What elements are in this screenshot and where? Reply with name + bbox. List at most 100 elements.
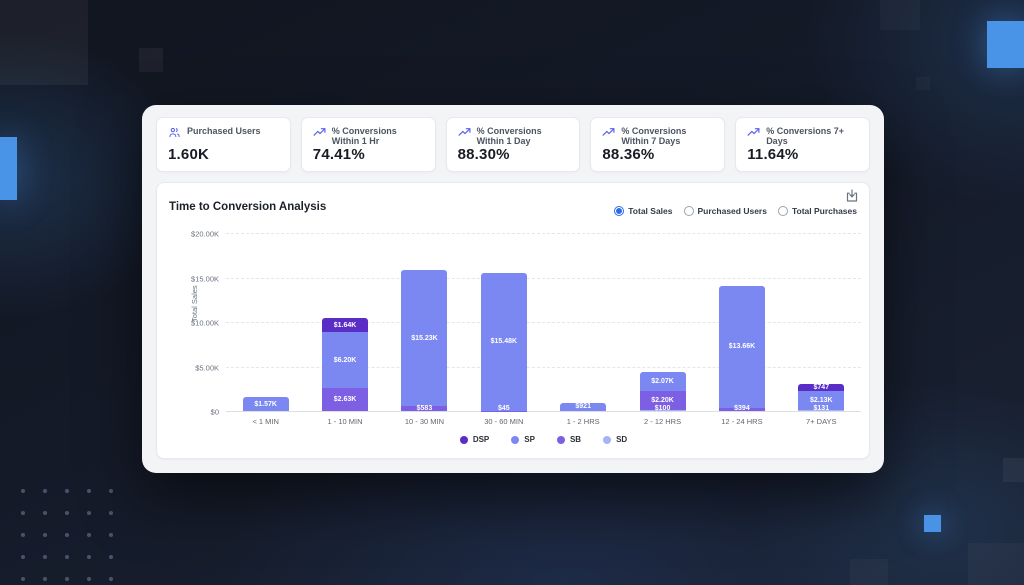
trend-up-icon: [602, 126, 615, 144]
radio-label: Purchased Users: [698, 206, 767, 216]
trend-up-icon: [458, 126, 471, 144]
kpi-card-header: % Conversions 7+ Days: [747, 126, 858, 146]
bar-segment-sp[interactable]: $1.57K: [243, 397, 289, 411]
y-axis-tick: $15.00K: [191, 274, 219, 283]
bar-segment-value: $2.13K: [810, 397, 833, 404]
bar-segment-value: $1.64K: [334, 322, 357, 329]
bar-segment-value: $15.23K: [411, 335, 437, 342]
stacked-bar--1-min[interactable]: $1.57K: [243, 397, 289, 411]
bar-segment-sb[interactable]: $394: [719, 408, 765, 412]
x-axis-label: 1 - 2 HRS: [544, 417, 623, 426]
decor-square: [139, 48, 163, 72]
x-axis-label: 2 - 12 HRS: [623, 417, 702, 426]
stacked-bar-1-10-min[interactable]: $2.63K $6.20K $1.64K: [322, 318, 368, 411]
bar-segment-sp[interactable]: $15.23K: [401, 270, 447, 406]
bar-segment-sb[interactable]: $583: [401, 406, 447, 411]
bar-segment-sd[interactable]: $100: [640, 410, 686, 411]
bar-segment-sp[interactable]: $2.07K: [640, 372, 686, 390]
bar-segment-dsp[interactable]: $1.64K: [322, 318, 368, 333]
radio-option-purchased-users[interactable]: Purchased Users: [684, 206, 767, 216]
decor-square-blue: [987, 21, 1024, 68]
bar-segment-sp[interactable]: $15.48K: [481, 273, 527, 411]
kpi-card-conversions-1hr: % Conversions Within 1 Hr74.41%: [301, 117, 436, 172]
legend-label: SD: [616, 435, 627, 444]
bar-segment-sd[interactable]: $131: [798, 410, 844, 411]
decor-square: [880, 0, 920, 30]
export-icon[interactable]: [844, 188, 860, 204]
decor-square-blue: [0, 137, 17, 200]
trend-up-icon: [747, 126, 760, 144]
users-icon: [168, 126, 181, 144]
bar-segment-value: $6.20K: [334, 357, 357, 364]
bar-segment-value: $2.07K: [651, 378, 674, 385]
bar-segment-value: $747: [814, 384, 830, 391]
bar-segment-sb[interactable]: $45: [481, 411, 527, 412]
decor-square: [850, 559, 888, 585]
kpi-value: 1.60K: [168, 146, 279, 163]
legend-swatch-icon: [460, 436, 468, 444]
bar-segment-value: $2.63K: [334, 396, 357, 403]
dashboard-panel: Purchased Users 1.60K % Conversions Within…: [142, 105, 884, 473]
chart-legend: DSP SP SB SD: [226, 435, 861, 444]
bar-segment-sp[interactable]: $6.20K: [322, 332, 368, 387]
bar-segment-sb[interactable]: $2.63K: [322, 388, 368, 411]
x-axis-label: 30 - 60 MIN: [464, 417, 543, 426]
legend-item-dsp[interactable]: DSP: [460, 435, 489, 444]
gridline: $0: [226, 411, 861, 412]
radio-option-total-sales[interactable]: Total Sales: [614, 206, 672, 216]
radio-selected-icon[interactable]: [614, 206, 624, 216]
kpi-card-header: % Conversions Within 1 Day: [458, 126, 569, 146]
legend-swatch-icon: [557, 436, 565, 444]
kpi-label: % Conversions 7+ Days: [766, 126, 858, 146]
dot-grid-pattern: [4, 472, 119, 585]
decor-square: [1003, 458, 1024, 482]
stacked-bar-2-12-hrs[interactable]: $100 $2.20K $2.07K: [640, 372, 686, 411]
kpi-label: % Conversions Within 1 Hr: [332, 126, 424, 146]
stacked-bar-7+-days[interactable]: $131 $2.13K $747: [798, 384, 844, 411]
legend-swatch-icon: [511, 436, 519, 444]
legend-label: DSP: [473, 435, 489, 444]
kpi-label: % Conversions Within 7 Days: [621, 126, 713, 146]
bar-segment-value: $394: [719, 405, 765, 412]
chart-view-radio-group: Total Sales Purchased Users Total Purchase…: [614, 206, 857, 216]
kpi-card-conversions-7days: % Conversions Within 7 Days88.36%: [590, 117, 725, 172]
bar-segment-value: $583: [401, 405, 447, 412]
y-axis-tick: $20.00K: [191, 230, 219, 239]
kpi-card-conversions-7plus-days: % Conversions 7+ Days11.64%: [735, 117, 870, 172]
x-axis-label: < 1 MIN: [226, 417, 305, 426]
decor-square-blue: [924, 515, 941, 532]
kpi-label: % Conversions Within 1 Day: [477, 126, 569, 146]
bar-segment-value: $2.20K: [651, 397, 674, 404]
y-axis-tick: $0: [211, 408, 219, 417]
stacked-bar-12-24-hrs[interactable]: $394 $13.66K: [719, 286, 765, 411]
legend-label: SP: [524, 435, 535, 444]
kpi-row: Purchased Users 1.60K % Conversions Within…: [156, 117, 870, 172]
radio-option-total-purchases[interactable]: Total Purchases: [778, 206, 857, 216]
x-axis-label: 12 - 24 HRS: [702, 417, 781, 426]
kpi-card-header: % Conversions Within 1 Hr: [313, 126, 424, 146]
stacked-bar-10-30-min[interactable]: $583 $15.23K: [401, 270, 447, 411]
legend-item-sb[interactable]: SB: [557, 435, 581, 444]
radio-unselected-icon[interactable]: [778, 206, 788, 216]
stacked-bar-30-60-min[interactable]: $45 $15.48K: [481, 273, 527, 411]
x-axis-label: 7+ DAYS: [782, 417, 861, 426]
legend-item-sp[interactable]: SP: [511, 435, 535, 444]
bar-segment-sp[interactable]: $13.66K: [719, 286, 765, 408]
stacked-bar-1-2-hrs[interactable]: $921: [560, 403, 606, 411]
trend-up-icon: [313, 126, 326, 144]
y-axis-title: Total Sales: [190, 285, 199, 322]
radio-unselected-icon[interactable]: [684, 206, 694, 216]
bar-segment-sp[interactable]: $921: [560, 403, 606, 411]
kpi-value: 88.30%: [458, 146, 569, 163]
chart-plot-area: $0$5.00K$10.00K$15.00K$20.00K$1.57K< 1 M…: [226, 233, 861, 411]
bar-segment-dsp[interactable]: $747: [798, 384, 844, 391]
decor-square: [968, 543, 1024, 585]
bar-segment-value: $921: [575, 403, 591, 410]
bar-segment-value: $13.66K: [729, 343, 755, 350]
bar-segment-value: $15.48K: [491, 338, 517, 345]
legend-item-sd[interactable]: SD: [603, 435, 627, 444]
kpi-label: Purchased Users: [187, 126, 261, 136]
chart-title: Time to Conversion Analysis: [169, 201, 326, 213]
x-axis-label: 1 - 10 MIN: [305, 417, 384, 426]
gridline: $20.00K: [226, 233, 861, 234]
